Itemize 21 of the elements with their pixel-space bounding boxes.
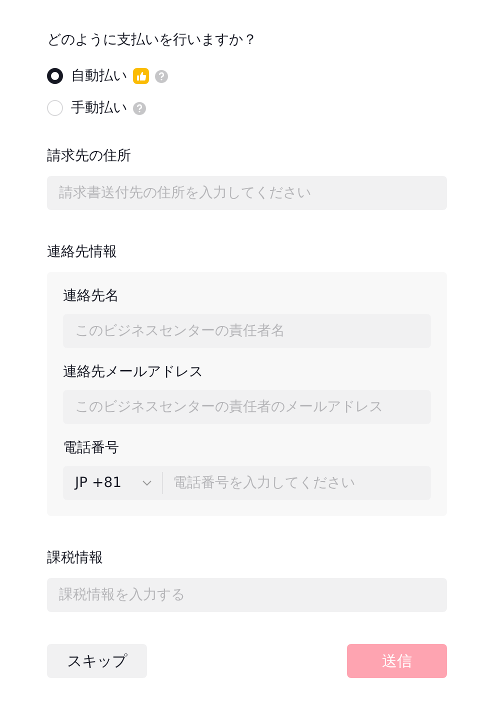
input-field[interactable]: 課税情報を入力する: [47, 578, 447, 612]
help-icon[interactable]: [155, 70, 168, 82]
phone-field[interactable]: JP +81 電話番号を入力してください: [63, 466, 431, 500]
country-code-dropdown[interactable]: JP +81: [63, 472, 163, 494]
input-field[interactable]: このビジネスセンターの責任者のメールアドレス: [63, 390, 431, 424]
skip-button[interactable]: スキップ: [47, 644, 147, 678]
question-text: どのように支払いを行いますか？: [47, 31, 258, 50]
option-label: 自動払い: [71, 67, 127, 85]
phone-input[interactable]: 電話番号を入力してください: [163, 466, 431, 500]
section-label: 課税情報: [47, 549, 104, 568]
chevron-down-icon: [142, 480, 152, 486]
field-label: 電話番号: [63, 439, 120, 458]
field-label: 連絡先名: [63, 287, 120, 306]
input-field[interactable]: このビジネスセンターの責任者名: [63, 314, 431, 348]
input-field[interactable]: 請求書送付先の住所を入力してください: [47, 176, 447, 210]
field-label: 連絡先メールアドレス: [63, 363, 204, 382]
section-label: 請求先の住所: [47, 147, 132, 166]
radio-button[interactable]: [47, 68, 63, 84]
help-icon[interactable]: [133, 102, 146, 114]
option-label: 手動払い: [71, 99, 127, 117]
section-label: 連絡先情報: [47, 243, 118, 262]
